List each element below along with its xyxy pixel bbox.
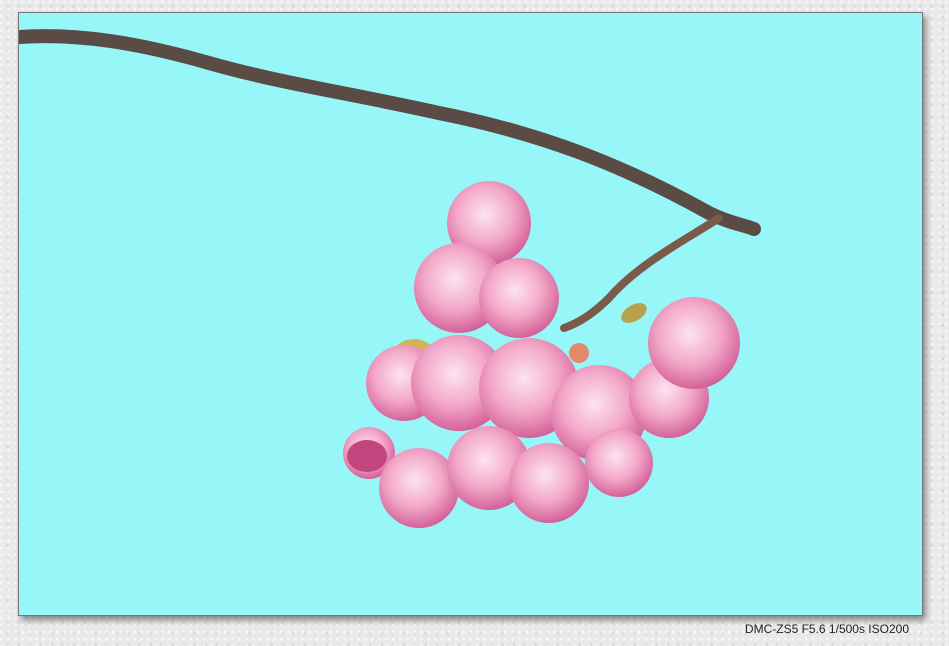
cherry-blossom-photo — [19, 13, 922, 615]
camera-exif-caption: DMC-ZS5 F5.6 1/500s ISO200 — [744, 622, 909, 636]
photo — [18, 12, 923, 616]
